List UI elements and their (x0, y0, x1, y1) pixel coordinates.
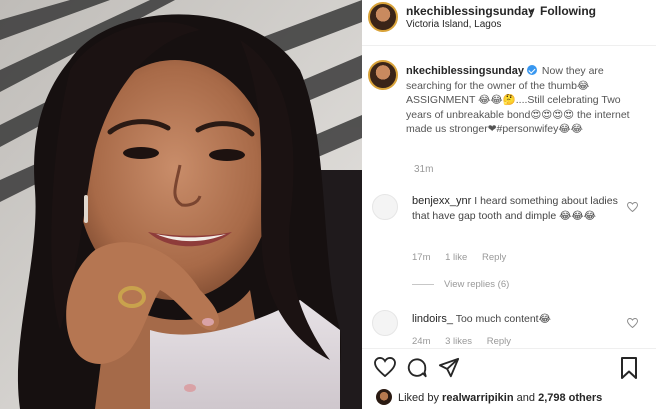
author-avatar[interactable] (368, 2, 398, 32)
view-replies-button[interactable]: View replies (6) (412, 279, 509, 290)
post-location[interactable]: Victoria Island, Lagos (406, 19, 501, 30)
commenter-avatar[interactable] (372, 310, 398, 336)
liked-by-conjunction: and (516, 392, 536, 404)
caption-timestamp[interactable]: 31m (414, 164, 433, 175)
separator-dot: • (530, 4, 535, 18)
following-button[interactable]: Following (540, 4, 596, 18)
caption-body: nkechiblessingsunday Now they are search… (406, 64, 636, 137)
post-header: nkechiblessingsunday • Following Victori… (362, 0, 656, 46)
author-username[interactable]: nkechiblessingsunday (406, 4, 535, 18)
comment-likes[interactable]: 3 likes (445, 336, 472, 347)
comment-body: lindoirs_ Too much content😂 (412, 312, 632, 327)
bookmark-icon[interactable] (620, 357, 638, 379)
verified-badge-icon (526, 65, 537, 75)
comment-time[interactable]: 24m (412, 336, 430, 347)
comment-icon[interactable] (406, 357, 428, 379)
comment-username[interactable]: lindoirs_ (412, 313, 453, 325)
post-photo[interactable] (0, 0, 362, 409)
heart-icon[interactable] (374, 357, 396, 377)
caption-username[interactable]: nkechiblessingsunday (406, 65, 524, 77)
heart-icon[interactable] (627, 318, 638, 328)
comment-meta: 17m 1 like Reply (412, 252, 518, 263)
post-detail-panel: nkechiblessingsunday • Following Victori… (362, 0, 656, 409)
liked-by-prefix: Liked by (398, 392, 439, 404)
comment-body: benjexx_ynr I heard something about ladi… (412, 194, 632, 224)
liked-by-summary: Liked by realwarripikin and 2,798 others (376, 389, 602, 405)
comment-username[interactable]: benjexx_ynr (412, 195, 471, 207)
comment-likes[interactable]: 1 like (445, 252, 467, 263)
reply-button[interactable]: Reply (482, 252, 506, 263)
liker-avatar[interactable] (376, 389, 392, 405)
post-image (0, 0, 362, 409)
comment-text: Too much content😂 (455, 313, 551, 325)
caption-avatar[interactable] (368, 60, 398, 90)
heart-icon[interactable] (627, 202, 638, 212)
comment-time[interactable]: 17m (412, 252, 430, 263)
post-actions: Liked by realwarripikin and 2,798 others (362, 348, 656, 409)
liked-by-user[interactable]: realwarripikin (442, 392, 514, 404)
liked-by-others[interactable]: 2,798 others (538, 392, 602, 404)
commenter-avatar[interactable] (372, 194, 398, 220)
reply-button[interactable]: Reply (487, 336, 511, 347)
comment-meta: 24m 3 likes Reply (412, 336, 523, 347)
share-icon[interactable] (438, 357, 460, 379)
